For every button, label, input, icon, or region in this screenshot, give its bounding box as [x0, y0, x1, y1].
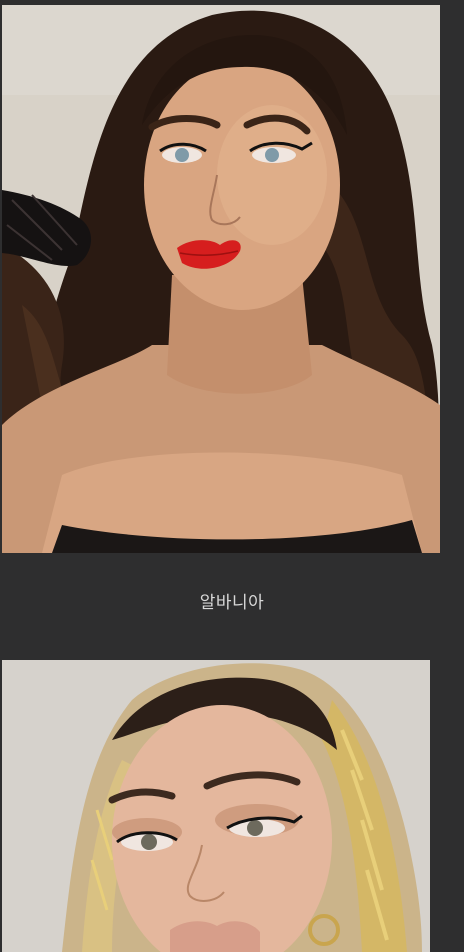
portrait-photo-2[interactable] [2, 660, 430, 952]
gallery-page: 알바니아 [0, 0, 464, 952]
photo-caption: 알바니아 [199, 593, 265, 613]
portrait-photo-1[interactable] [2, 5, 440, 553]
